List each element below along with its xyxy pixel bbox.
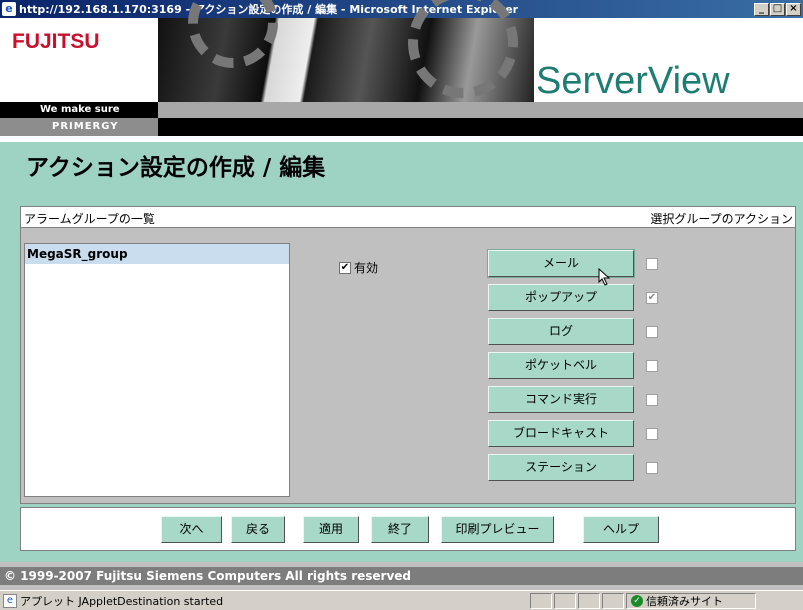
popup-button[interactable]: ポップアップ bbox=[488, 284, 634, 311]
tagline: We make sure bbox=[0, 102, 158, 118]
pager-button[interactable]: ポケットベル bbox=[488, 352, 634, 379]
list-item[interactable]: MegaSR_group bbox=[25, 244, 289, 264]
log-button[interactable]: ログ bbox=[488, 318, 634, 345]
check-icon: ✓ bbox=[631, 594, 643, 607]
action-row-command: コマンド実行 bbox=[488, 386, 668, 413]
action-row-station: ステーション bbox=[488, 454, 668, 481]
window-title: http://192.168.1.170:3169 - アクション設定の作成 /… bbox=[19, 3, 519, 16]
help-button[interactable]: ヘルプ bbox=[583, 516, 659, 543]
action-row-log: ログ bbox=[488, 318, 668, 345]
close-button[interactable]: × bbox=[786, 2, 801, 16]
button-bar: 次へ 戻る 適用 終了 印刷プレビュー ヘルプ bbox=[20, 507, 796, 551]
log-checkbox[interactable] bbox=[646, 325, 658, 338]
station-button[interactable]: ステーション bbox=[488, 454, 634, 481]
strip-black bbox=[158, 118, 803, 136]
pager-checkbox[interactable] bbox=[646, 359, 658, 372]
popup-checkbox[interactable]: ✔ bbox=[646, 291, 658, 304]
mail-checkbox[interactable] bbox=[646, 257, 658, 270]
mouse-cursor-icon bbox=[598, 268, 611, 286]
window-titlebar[interactable]: e http://192.168.1.170:3169 - アクション設定の作成… bbox=[0, 0, 803, 18]
zone-label: 信頼済みサイト bbox=[646, 594, 723, 608]
serverview-brand: ServerView bbox=[536, 60, 730, 102]
ie-icon: e bbox=[2, 2, 16, 16]
alarm-group-listbox[interactable]: MegaSR_group bbox=[24, 243, 290, 497]
apply-button[interactable]: 適用 bbox=[303, 516, 359, 543]
panel-header: アラームグループの一覧 選択グループのアクション bbox=[21, 207, 795, 228]
fujitsu-logo: FUJITSU bbox=[12, 30, 100, 53]
alarm-group-list-header: アラームグループの一覧 bbox=[24, 212, 155, 226]
status-text: アプレット JAppletDestination started bbox=[20, 594, 224, 608]
status-bar: e アプレット JAppletDestination started ✓ 信頼済… bbox=[0, 590, 803, 610]
settings-panel: アラームグループの一覧 選択グループのアクション MegaSR_group ✔ … bbox=[20, 206, 796, 504]
tagline-strip: We make sure bbox=[0, 102, 803, 118]
gear-shape bbox=[408, 0, 518, 98]
enable-checkbox[interactable]: ✔ 有効 bbox=[339, 259, 378, 276]
broadcast-checkbox[interactable] bbox=[646, 427, 658, 440]
status-cell bbox=[554, 592, 576, 609]
footer: © 1999-2007 Fujitsu Siemens Computers Al… bbox=[0, 562, 803, 590]
enable-checkbox-box[interactable]: ✔ bbox=[339, 261, 351, 274]
back-button[interactable]: 戻る bbox=[231, 516, 285, 543]
group-actions-header: 選択グループのアクション bbox=[650, 212, 793, 226]
header-banner: FUJITSU ServerView We make sure PRIMERGY bbox=[0, 0, 803, 142]
gear-shape bbox=[188, 0, 278, 68]
action-row-mail: メール bbox=[487, 249, 668, 278]
status-cell bbox=[578, 592, 600, 609]
applet-icon: e bbox=[3, 593, 17, 608]
maximize-button[interactable]: □ bbox=[770, 2, 785, 16]
product-name: PRIMERGY bbox=[0, 118, 158, 136]
status-cell bbox=[602, 592, 624, 609]
action-row-popup: ポップアップ ✔ bbox=[488, 284, 668, 311]
action-row-pager: ポケットベル bbox=[488, 352, 668, 379]
page-title: アクション設定の作成 / 編集 bbox=[26, 155, 326, 181]
enable-label: 有効 bbox=[354, 261, 379, 275]
print-preview-button[interactable]: 印刷プレビュー bbox=[441, 516, 554, 543]
status-cell bbox=[530, 592, 552, 609]
mail-button[interactable]: メール bbox=[487, 249, 635, 278]
main-area: アクション設定の作成 / 編集 アラームグループの一覧 選択グループのアクション… bbox=[0, 142, 803, 562]
strip-grey bbox=[158, 102, 803, 118]
station-checkbox[interactable] bbox=[646, 461, 658, 474]
minimize-button[interactable]: _ bbox=[754, 2, 769, 16]
command-checkbox[interactable] bbox=[646, 393, 658, 406]
broadcast-button[interactable]: ブロードキャスト bbox=[488, 420, 634, 447]
command-button[interactable]: コマンド実行 bbox=[488, 386, 634, 413]
action-row-broadcast: ブロードキャスト bbox=[488, 420, 668, 447]
finish-button[interactable]: 終了 bbox=[371, 516, 429, 543]
security-zone[interactable]: ✓ 信頼済みサイト bbox=[626, 592, 756, 609]
next-button[interactable]: 次へ bbox=[161, 516, 222, 543]
gears-image bbox=[158, 0, 534, 102]
copyright: © 1999-2007 Fujitsu Siemens Computers Al… bbox=[0, 567, 803, 585]
